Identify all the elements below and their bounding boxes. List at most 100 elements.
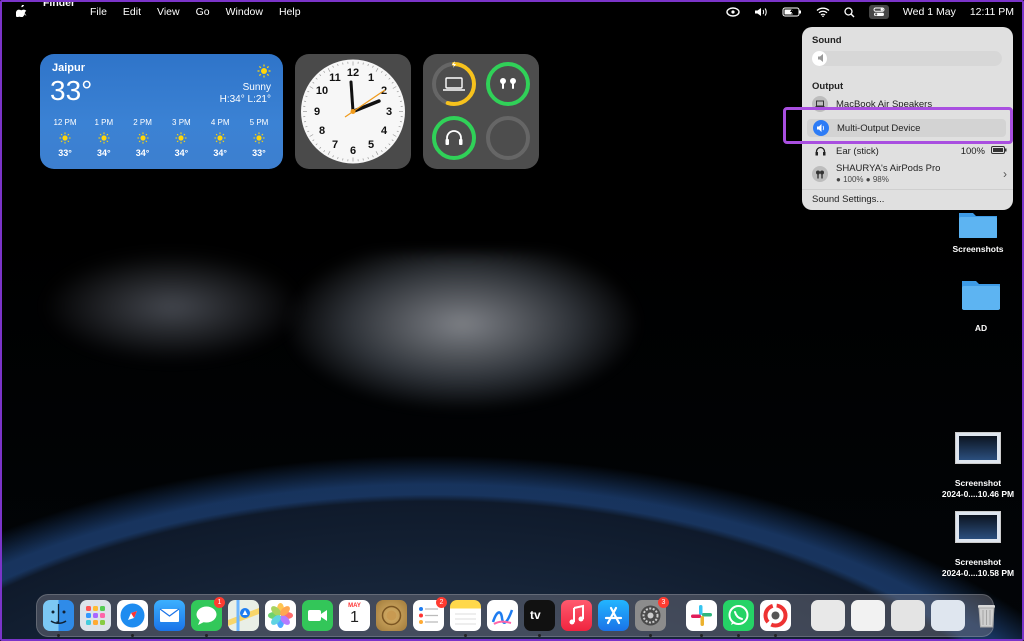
screen-frame: Finder File Edit View Go Window Help Wed… <box>0 0 1024 641</box>
dock-minimized-window-1[interactable] <box>811 600 845 631</box>
sun-icon <box>257 64 271 83</box>
dock-minimized-window-4[interactable] <box>931 600 965 631</box>
tv-label: tv <box>530 608 541 622</box>
headphones-battery-ring <box>432 116 476 160</box>
volume-icon[interactable] <box>754 7 768 17</box>
dock-gold-app[interactable] <box>376 600 407 631</box>
airpods-info: SHAURYA's AirPods Pro ● 100% ● 98% <box>836 163 940 185</box>
dock-whatsapp[interactable] <box>723 600 754 637</box>
airpods-battery: ● 100% ● 98% <box>836 174 940 185</box>
output-device-airpods[interactable]: SHAURYA's AirPods Pro ● 100% ● 98% › <box>812 163 1007 185</box>
dock-safari[interactable] <box>117 600 148 637</box>
dock-app-store[interactable] <box>598 600 629 631</box>
dock-minimized-window-3[interactable] <box>891 600 925 631</box>
desktop-file-screenshot-2[interactable]: Screenshot 2024-0....10.58 PM <box>933 511 1022 578</box>
desktop-file-screenshot-1[interactable]: Screenshot 2024-0....10.46 PM <box>933 432 1022 499</box>
dock-messages[interactable]: 1 <box>191 597 225 637</box>
batteries-widget[interactable] <box>423 54 539 169</box>
desktop-folder-screenshots[interactable]: Screenshots <box>933 207 1022 254</box>
dock-launchpad[interactable] <box>80 600 111 631</box>
output-device-ear-stick[interactable]: Ear (stick) 100% <box>812 142 1007 160</box>
dock-trash[interactable] <box>971 600 1002 631</box>
running-indicator <box>57 634 60 637</box>
app-menu-finder[interactable]: Finder <box>43 2 75 28</box>
headphones-icon <box>812 146 828 156</box>
dock-mail[interactable] <box>154 600 185 631</box>
clock-numeral: 9 <box>314 106 320 118</box>
menu-edit[interactable]: Edit <box>123 6 141 18</box>
menubar-time[interactable]: 12:11 PM <box>970 6 1014 18</box>
hour-temp: 34° <box>135 148 150 158</box>
dock-photos[interactable] <box>265 600 296 631</box>
folder-label: Screenshots <box>952 244 1004 254</box>
hour-time: 5 PM <box>249 118 269 127</box>
control-center-icon[interactable] <box>868 5 889 19</box>
menu-window[interactable]: Window <box>226 6 263 18</box>
hour-temp: 34° <box>213 148 227 158</box>
hour-time: 2 PM <box>133 118 152 127</box>
sound-settings-link[interactable]: Sound Settings... <box>812 194 884 205</box>
menu-help[interactable]: Help <box>279 6 301 18</box>
sound-title: Sound <box>812 35 842 46</box>
empty-battery-ring <box>486 116 530 160</box>
menubar-date[interactable]: Wed 1 May <box>903 6 956 18</box>
battery-icon[interactable] <box>782 7 802 17</box>
dock-screen-recorder[interactable] <box>760 600 791 637</box>
sun-icon <box>98 132 110 144</box>
airpod-left-icon: ● <box>836 175 841 184</box>
wifi-icon[interactable] <box>816 7 830 17</box>
dock-freeform[interactable] <box>487 600 518 631</box>
creative-cloud-icon[interactable] <box>726 7 740 17</box>
screenshot-thumbnail <box>955 511 1001 543</box>
dock-system-settings[interactable]: 3 <box>635 597 669 637</box>
dock-music[interactable] <box>561 600 592 631</box>
trash-icon <box>978 605 995 628</box>
dock-slack[interactable] <box>686 600 717 637</box>
dock-maps[interactable] <box>228 600 259 631</box>
weather-condition: Sunny <box>242 82 271 93</box>
clock-numeral: 6 <box>350 145 356 157</box>
slack-icon <box>691 605 712 626</box>
clock-widget[interactable]: 12 1 2 3 4 5 6 7 8 9 10 11 <box>295 54 411 169</box>
launchpad-icon <box>86 606 105 625</box>
apple-menu-icon[interactable] <box>15 3 27 20</box>
file-name: 2024-0....10.46 PM <box>941 489 1015 499</box>
hour-forecast: 12 PM 33° <box>46 118 84 158</box>
weather-city: Jaipur <box>52 62 86 74</box>
running-indicator <box>205 634 208 637</box>
hour-time: 4 PM <box>210 118 230 127</box>
safari-compass-icon <box>120 603 145 628</box>
hour-temp: 34° <box>174 148 189 158</box>
device-name: SHAURYA's AirPods Pro <box>836 163 941 174</box>
dock-finder[interactable] <box>43 600 74 637</box>
menu-go[interactable]: Go <box>196 6 210 18</box>
folder-icon <box>957 207 999 241</box>
dock-facetime[interactable] <box>302 600 333 631</box>
wallpaper-clouds-left <box>42 252 302 362</box>
selection-highlight-box <box>783 107 1013 144</box>
hour-temp: 34° <box>96 148 111 158</box>
menu-file[interactable]: File <box>90 6 107 18</box>
airpods-icon <box>500 78 516 89</box>
running-indicator <box>464 634 467 637</box>
weather-condition-block: Sunny H:34° L:21° <box>220 82 271 106</box>
menu-bar: Finder File Edit View Go Window Help Wed… <box>2 2 1022 22</box>
dock-apple-tv[interactable]: tv <box>524 600 555 637</box>
menu-view[interactable]: View <box>157 6 180 18</box>
sun-icon <box>59 132 71 144</box>
desktop-folder-ad[interactable]: AD <box>936 278 1022 333</box>
chevron-right-icon[interactable]: › <box>1003 167 1007 181</box>
dock-reminders[interactable]: 2 <box>413 597 447 631</box>
minute-hand <box>349 80 355 113</box>
folder-icon <box>960 278 1002 312</box>
wallpaper-clouds <box>282 252 642 412</box>
dock-calendar[interactable]: MAY 1 <box>339 600 370 631</box>
notification-badge: 3 <box>658 597 669 608</box>
volume-slider[interactable] <box>812 51 1002 66</box>
notes-icon <box>455 613 476 625</box>
dock-notes[interactable] <box>450 600 481 637</box>
weather-widget[interactable]: Jaipur 33° Sunny H:34° L:21° 12 PM 33° 1 … <box>40 54 283 169</box>
dock-minimized-window-2[interactable] <box>851 600 885 631</box>
file-label: Screenshot <box>954 557 1002 567</box>
spotlight-search-icon[interactable] <box>844 6 855 18</box>
